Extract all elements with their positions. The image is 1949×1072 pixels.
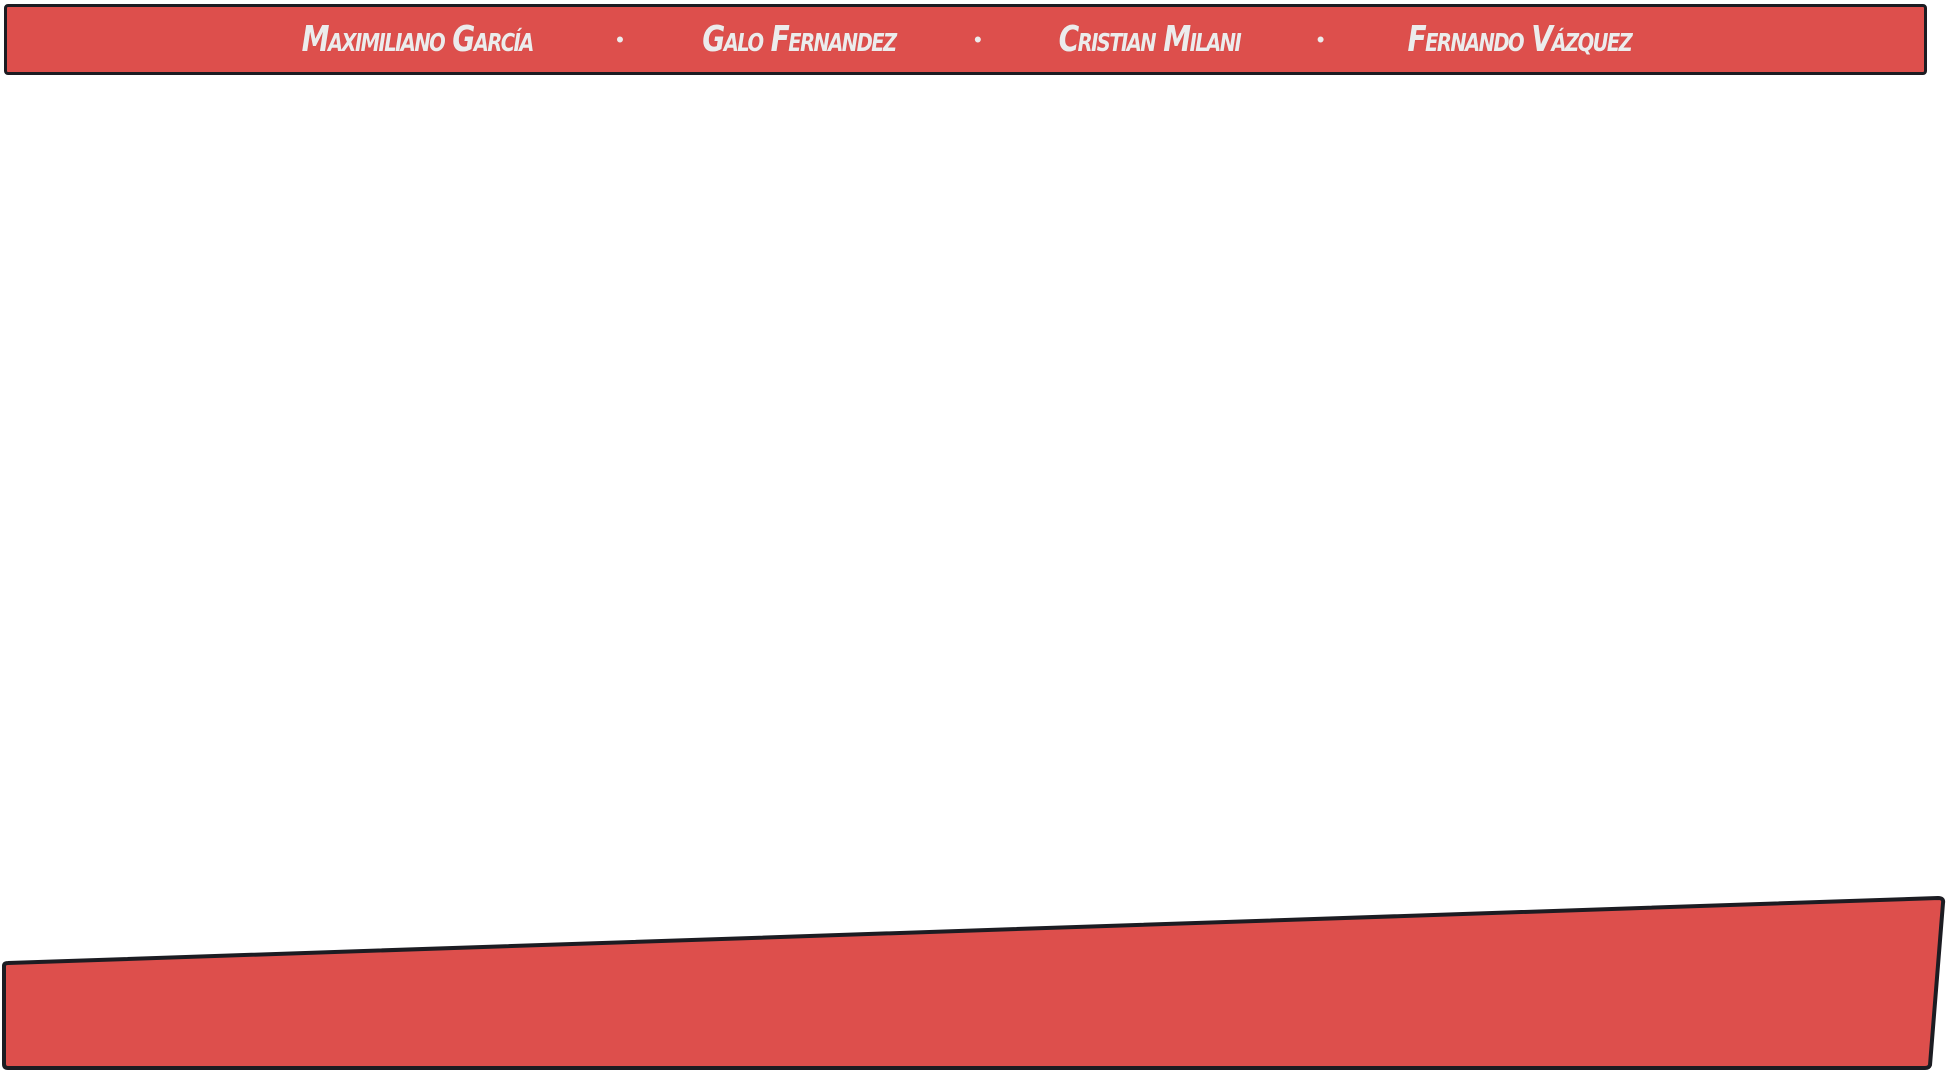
name-galo-fernandez: Galo Fernandez xyxy=(702,18,897,60)
bottom-panel-shape xyxy=(2,896,1946,1070)
bottom-red-panel xyxy=(2,896,1946,1070)
name-cristian-milani: Cristian Milani xyxy=(1058,18,1241,60)
separator-dot: • xyxy=(973,26,982,52)
separator-dot: • xyxy=(616,26,624,52)
name-maximiliano-garcia: Maximiliano García xyxy=(301,18,534,60)
name-fernando-vazquez: Fernando Vázquez xyxy=(1407,18,1632,60)
names-banner: Maximiliano García • Galo Fernandez • Cr… xyxy=(4,4,1927,75)
separator-dot: • xyxy=(1316,26,1325,52)
